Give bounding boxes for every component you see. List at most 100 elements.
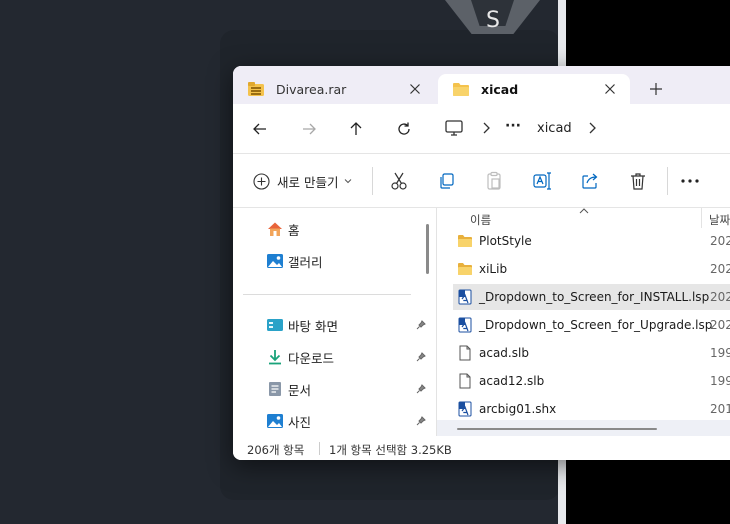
tab-bar: Divarea.rar xicad — [233, 66, 730, 104]
lsp-file-icon — [458, 317, 472, 333]
tab-label: Divarea.rar — [276, 81, 347, 97]
sidebar-item-label: 바탕 화면 — [288, 318, 338, 334]
new-tab-plus-icon[interactable] — [645, 78, 667, 100]
navigation-pane: 홈 갤러리 바탕 화면 다운로드 문서 사진 — [233, 208, 433, 436]
tab-divarea[interactable]: Divarea.rar — [233, 74, 435, 104]
file-date: 202 — [710, 262, 730, 276]
this-pc-icon[interactable] — [443, 118, 465, 138]
pin-icon[interactable] — [416, 416, 426, 426]
close-icon[interactable] — [602, 81, 618, 97]
paste-icon[interactable] — [483, 170, 505, 192]
file-name: acad12.slb — [479, 374, 545, 388]
folder-icon — [453, 83, 469, 96]
file-date: 199 — [710, 374, 730, 388]
file-name: acad.slb — [479, 346, 529, 360]
sidebar-item-label: 사진 — [288, 414, 312, 430]
sort-ascending-icon — [579, 208, 589, 214]
pin-icon[interactable] — [416, 320, 426, 330]
file-row[interactable]: arcbig01.shx 201 — [453, 396, 730, 422]
tab-label: xicad — [481, 81, 519, 97]
file-name: xiLib — [479, 262, 508, 276]
close-icon[interactable] — [407, 81, 423, 97]
forward-button[interactable] — [296, 117, 322, 141]
delete-icon[interactable] — [627, 170, 649, 192]
download-icon — [269, 350, 281, 365]
sidebar-item-label: 문서 — [288, 382, 312, 398]
sidebar-item-desktop[interactable]: 바탕 화면 — [266, 314, 426, 336]
file-date: 202 — [710, 318, 730, 332]
pin-icon[interactable] — [416, 384, 426, 394]
folder-icon — [458, 235, 472, 247]
refresh-icon — [398, 122, 410, 135]
chevron-right-icon[interactable] — [481, 121, 491, 135]
file-row[interactable]: acad.slb 199 — [453, 340, 730, 366]
refresh-button[interactable] — [391, 117, 417, 141]
file-date: 202 — [710, 234, 730, 248]
sidebar-item-downloads[interactable]: 다운로드 — [266, 346, 426, 368]
file-row[interactable]: PlotStyle 202 — [453, 228, 730, 254]
plus-circle-icon — [253, 172, 270, 190]
column-divider[interactable] — [701, 208, 702, 228]
rename-icon[interactable] — [531, 170, 553, 192]
archive-icon — [248, 82, 264, 96]
sidebar-item-documents[interactable]: 문서 — [266, 378, 426, 400]
status-bar: 206개 항목 1개 항목 선택함 3.25KB — [233, 436, 730, 460]
status-item-count: 206개 항목 — [247, 443, 305, 457]
sidebar-divider — [243, 294, 411, 295]
pictures-icon — [267, 414, 283, 428]
toolbar-divider — [667, 167, 668, 195]
file-name: _Dropdown_to_Screen_for_Upgrade.lsp — [479, 318, 713, 332]
file-row[interactable]: _Dropdown_to_Screen_for_Upgrade.lsp 202 — [453, 312, 730, 338]
arrow-right-icon — [303, 123, 316, 135]
new-button-label: 새로 만들기 — [277, 174, 339, 190]
breadcrumb-more[interactable]: ··· — [505, 118, 521, 134]
navigation-bar: ··· xicad — [233, 104, 730, 154]
file-name: PlotStyle — [479, 234, 532, 248]
status-selection: 1개 항목 선택함 3.25KB — [329, 443, 452, 457]
file-row-selected[interactable]: _Dropdown_to_Screen_for_INSTALL.lsp 202 — [453, 284, 730, 310]
arrow-left-icon — [253, 123, 266, 135]
command-bar: 새로 만들기 — [233, 154, 730, 206]
tab-xicad[interactable]: xicad — [438, 74, 630, 104]
column-header-date[interactable]: 날짜 — [709, 212, 730, 228]
file-date: 199 — [710, 346, 730, 360]
gallery-icon — [267, 254, 283, 268]
back-button[interactable] — [247, 117, 273, 141]
new-button[interactable]: 새로 만들기 — [253, 170, 352, 192]
breadcrumb-xicad[interactable]: xicad — [537, 121, 572, 136]
chevron-right-icon[interactable] — [587, 121, 597, 135]
sidebar-item-home[interactable]: 홈 — [266, 218, 426, 240]
cut-icon[interactable] — [388, 170, 410, 192]
copy-icon[interactable] — [436, 170, 458, 192]
sidebar-item-label: 홈 — [288, 222, 300, 238]
file-row[interactable]: xiLib 202 — [453, 256, 730, 282]
sidebar-scrollbar[interactable] — [426, 224, 429, 274]
sidebar-item-pictures[interactable]: 사진 — [266, 410, 426, 432]
sidebar-item-label: 다운로드 — [288, 350, 335, 366]
desktop-icon — [267, 319, 283, 331]
document-icon — [269, 382, 281, 396]
file-date: 202 — [710, 290, 730, 304]
file-row[interactable]: acad12.slb 199 — [453, 368, 730, 394]
shx-file-icon — [458, 401, 472, 417]
horizontal-scrollbar[interactable] — [457, 428, 657, 430]
chevron-down-icon — [345, 179, 352, 184]
up-button[interactable] — [343, 117, 369, 141]
file-explorer-window: Divarea.rar xicad ··· xicad 새로 만들기 홈 갤러리… — [233, 66, 730, 460]
file-list: 이름 날짜 PlotStyle 202 xiLib 202 _Dropdown_… — [437, 208, 730, 436]
file-name: arcbig01.shx — [479, 402, 557, 416]
sidebar-item-label: 갤러리 — [288, 254, 323, 270]
share-icon[interactable] — [579, 170, 601, 192]
home-icon — [268, 222, 282, 236]
lsp-file-icon — [458, 289, 472, 305]
status-divider — [319, 442, 320, 455]
toolbar-divider — [372, 167, 373, 195]
column-header-name[interactable]: 이름 — [470, 212, 491, 228]
file-date: 201 — [710, 402, 730, 416]
pin-icon[interactable] — [416, 352, 426, 362]
background-logo-letter: S — [486, 8, 500, 33]
sidebar-item-gallery[interactable]: 갤러리 — [266, 250, 426, 272]
blank-file-icon — [459, 373, 471, 389]
more-options-icon[interactable] — [679, 170, 701, 192]
file-name: _Dropdown_to_Screen_for_INSTALL.lsp — [479, 290, 710, 304]
